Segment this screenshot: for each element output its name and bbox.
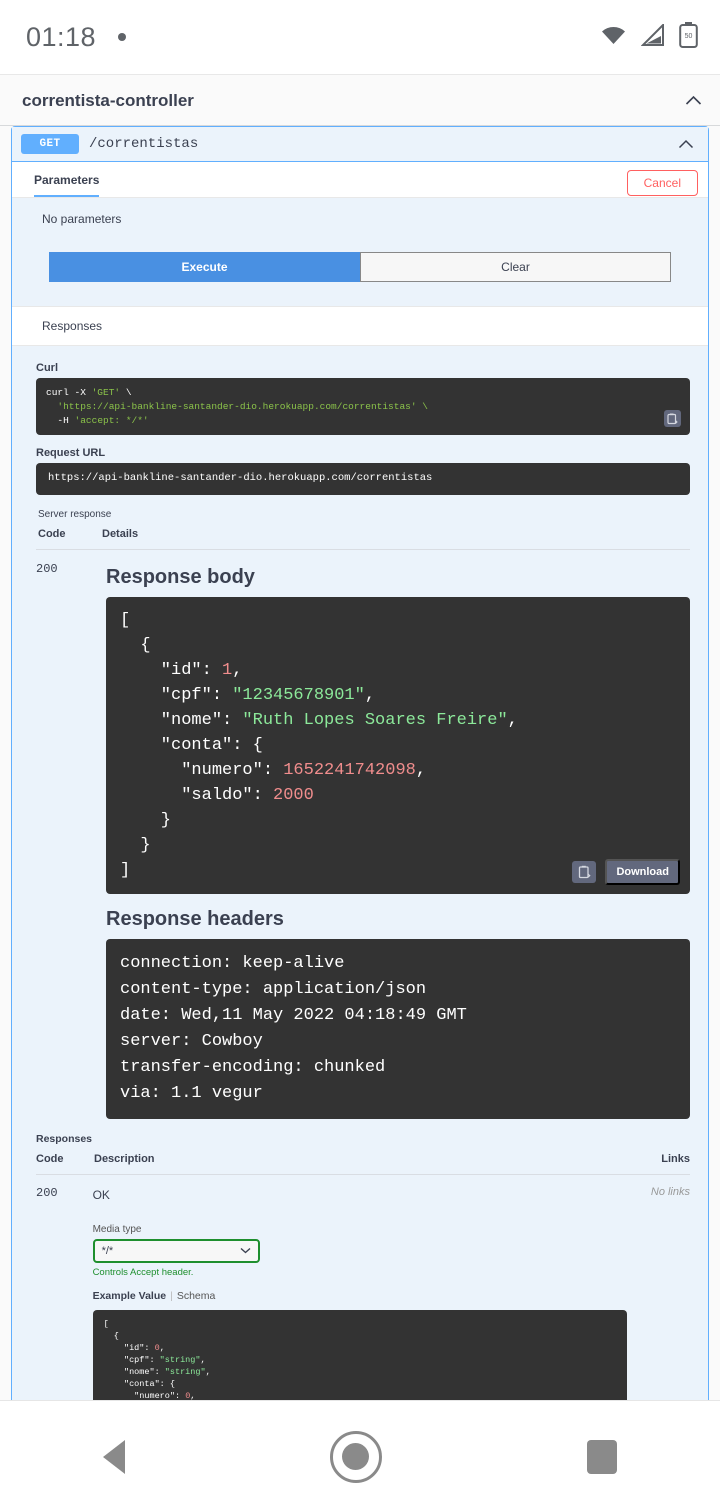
opblock-body: Parameters Cancel No parameters Execute …	[12, 162, 708, 1400]
status-bar: 01:18 50	[0, 0, 720, 74]
tag-title: correntista-controller	[22, 91, 194, 110]
clock: 01:18	[26, 21, 97, 52]
server-response-row: 200 Response body [ { "id": 1, "cpf": "1…	[36, 550, 690, 1119]
battery-icon: 50	[679, 21, 698, 53]
chevron-down-icon	[240, 1246, 251, 1256]
status-bar-left: 01:18	[26, 21, 127, 53]
chevron-up-icon[interactable]	[685, 94, 702, 109]
response-headers-code: connection: keep-alive content-type: app…	[106, 938, 690, 1119]
responses-content: Curl curl -X 'GET' \ 'https://api-bankli…	[12, 346, 708, 1123]
execute-clear-row: Execute Clear	[12, 226, 708, 306]
home-circle-icon[interactable]	[329, 1430, 382, 1483]
server-response-table-header: Code Details	[36, 528, 690, 550]
download-button[interactable]: Download	[605, 858, 680, 885]
execute-button[interactable]: Execute	[49, 252, 360, 282]
curl-line3-quoted: 'accept: */*'	[74, 414, 149, 426]
doc-status-code: 200	[36, 1185, 58, 1200]
app-screen: 01:18 50 correntista-controller GET /cor…	[0, 0, 720, 1512]
curl-line3-prefix: -H	[46, 414, 75, 426]
cellular-signal-icon	[640, 22, 665, 51]
tab-divider: |	[170, 1289, 173, 1302]
home-circle-inner	[342, 1443, 370, 1470]
doc-description: OK	[92, 1187, 110, 1202]
curl-label: Curl	[36, 362, 58, 374]
opblock-summary-get[interactable]: GET /correntistas	[12, 127, 708, 162]
media-type-value: */*	[101, 1244, 114, 1257]
tab-schema[interactable]: Schema	[177, 1290, 216, 1302]
notification-dot-icon	[118, 33, 127, 41]
doc-links: No links	[650, 1185, 690, 1198]
response-status-code: 200	[36, 561, 58, 576]
android-nav-bar	[0, 1400, 720, 1512]
curl-line2: 'https://api-bankline-santander-dio.hero…	[46, 400, 428, 412]
parameters-tab-row: Parameters Cancel	[12, 162, 708, 198]
server-response-details: Response body [ { "id": 1, "cpf": "12345…	[100, 562, 690, 1119]
responses-doc-table-header: Code Description Links	[36, 1153, 690, 1175]
http-method-badge-get: GET	[21, 134, 79, 154]
doc-response-body: OK Media type */* Controls Accept header…	[89, 1186, 627, 1400]
responses-doc-row: 200 OK Media type */* Controls Accept he…	[36, 1175, 690, 1400]
example-value-code: [ { "id": 0, "cpf": "string", "nome": "s…	[92, 1309, 627, 1400]
response-body-title: Response body	[106, 565, 255, 588]
svg-text:50: 50	[685, 33, 693, 40]
response-body-actions: Download	[572, 858, 680, 885]
status-bar-right: 50	[600, 21, 698, 53]
column-header-details: Details	[102, 527, 139, 540]
media-type-select[interactable]: */*	[92, 1238, 260, 1263]
column-header-code: Code	[38, 527, 66, 540]
media-type-hint: Controls Accept header.	[92, 1266, 194, 1278]
swagger-ui: correntista-controller GET /correntistas…	[0, 74, 720, 1400]
wifi-icon	[600, 24, 627, 50]
tab-parameters[interactable]: Parameters	[34, 173, 100, 197]
response-headers-title: Response headers	[106, 907, 284, 930]
media-type-label: Media type	[92, 1223, 142, 1235]
curl-code-block: curl -X 'GET' \ 'https://api-bankline-sa…	[36, 378, 690, 436]
curl-line1-quoted: 'GET'	[91, 387, 121, 398]
example-schema-tabs: Example Value | Schema	[93, 1290, 627, 1302]
copy-icon[interactable]	[572, 860, 597, 883]
back-triangle-icon[interactable]	[102, 1439, 125, 1474]
column-header-code: Code	[36, 1152, 64, 1165]
request-url-value: https://api-bankline-santander-dio.herok…	[36, 463, 690, 495]
column-header-description: Description	[94, 1152, 155, 1165]
copy-icon[interactable]	[664, 410, 681, 428]
recents-square-icon[interactable]	[587, 1439, 618, 1474]
response-body-code: [ { "id": 1, "cpf": "12345678901", "nome…	[106, 596, 690, 894]
curl-line1-prefix: curl -X	[46, 387, 92, 398]
responses-heading: Responses	[12, 306, 708, 346]
chevron-up-icon[interactable]	[678, 136, 698, 152]
documented-responses: Responses Code Description Links 200 OK …	[12, 1122, 708, 1400]
parameters-area: No parameters Execute Clear	[12, 198, 708, 306]
clear-button[interactable]: Clear	[360, 252, 671, 282]
server-response-label: Server response	[38, 508, 112, 520]
responses-doc-label: Responses	[36, 1132, 93, 1145]
no-parameters-text: No parameters	[42, 212, 122, 226]
request-url-label: Request URL	[36, 447, 106, 460]
tag-header[interactable]: correntista-controller	[0, 75, 720, 126]
cancel-button[interactable]: Cancel	[626, 170, 698, 196]
operation-path: /correntistas	[89, 136, 199, 152]
tab-example-value[interactable]: Example Value	[93, 1290, 167, 1302]
opblock-get-correntistas: GET /correntistas Parameters Cancel No p…	[11, 126, 709, 1400]
tag-section-correntista-controller: correntista-controller GET /correntistas…	[0, 75, 720, 1400]
curl-line1-suffix: \	[120, 387, 132, 398]
column-header-links: Links	[661, 1152, 690, 1165]
